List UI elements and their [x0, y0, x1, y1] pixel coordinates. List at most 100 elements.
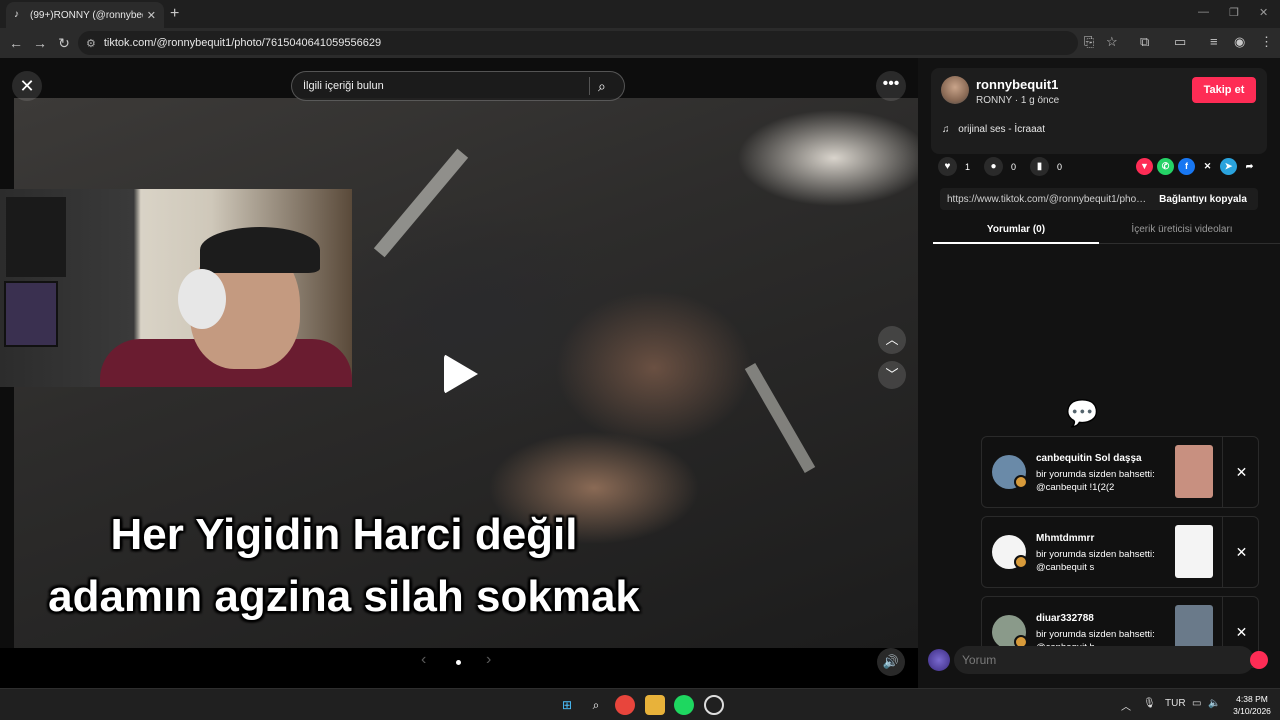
headset-icon: [178, 269, 226, 329]
parking-line: [373, 148, 469, 258]
forward-icon[interactable]: →: [28, 35, 52, 51]
reload-icon[interactable]: ↻: [52, 35, 76, 52]
x-icon[interactable]: ✕: [1199, 158, 1216, 175]
caption-line: adamın agzina silah sokmak: [48, 572, 640, 621]
like-button[interactable]: ♥ 1: [938, 157, 970, 176]
wall-art: [4, 281, 58, 347]
author-username[interactable]: ronnybequit1: [976, 77, 1058, 92]
previous-post-button[interactable]: ︿: [878, 326, 906, 354]
notification-line: @canbequit s: [1036, 562, 1095, 573]
comment-button[interactable]: ● 0: [984, 157, 1016, 176]
profile-avatar-icon[interactable]: ◉: [1234, 34, 1245, 50]
music-title: orijinal ses - İcraaat: [958, 124, 1045, 135]
photo-caption: Her Yigidin Harci değil adamın agzina si…: [14, 504, 674, 628]
reading-list-icon[interactable]: ≡: [1210, 34, 1218, 49]
whatsapp-icon[interactable]: ✆: [1157, 158, 1174, 175]
like-count: 1: [965, 161, 971, 172]
empty-comments-illustration-icon: 💬: [1066, 398, 1099, 428]
more-options-button[interactable]: •••: [876, 71, 906, 101]
current-user-avatar: [928, 649, 950, 671]
cast-icon[interactable]: ▭: [1174, 34, 1186, 50]
browser-tab[interactable]: ♪ (99+)RONNY (@ronnybequit1) ✕: [6, 2, 164, 28]
tab-creator-videos[interactable]: İçerik üreticisi videoları: [1099, 224, 1265, 235]
previous-photo-icon[interactable]: ‹: [421, 651, 426, 669]
music-row[interactable]: ♫ orijinal ses - İcraaat: [942, 124, 1045, 135]
extensions-icon[interactable]: ⧉: [1140, 34, 1149, 50]
network-icon[interactable]: ▭: [1192, 698, 1201, 709]
comment-icon: ●: [984, 157, 1004, 176]
spotify-icon[interactable]: [674, 695, 694, 715]
wall-poster: [6, 197, 66, 277]
speaker-icon[interactable]: 🔈: [1208, 698, 1220, 709]
tray-chevron-icon[interactable]: ︿: [1121, 698, 1131, 713]
file-explorer-icon[interactable]: [645, 695, 665, 715]
dismiss-notification-icon[interactable]: ✕: [1222, 437, 1260, 507]
maximize-icon[interactable]: ❐: [1229, 6, 1239, 19]
send-comment-icon[interactable]: [1250, 651, 1268, 669]
share-arrow-icon[interactable]: ➦: [1241, 158, 1258, 175]
address-url: tiktok.com/@ronnybequit1/photo/761504064…: [103, 37, 382, 49]
author-avatar[interactable]: [941, 76, 969, 104]
notification-thumbnail[interactable]: [1175, 525, 1213, 578]
next-photo-icon[interactable]: ›: [486, 651, 491, 669]
install-icon[interactable]: ⎘: [1084, 34, 1094, 50]
notification-toast[interactable]: Mhmtdmmrr bir yorumda sizden bahsetti: @…: [981, 516, 1259, 588]
share-icons: ▼ ✆ f ✕ ➤ ➦: [1136, 158, 1262, 175]
keyboard-language[interactable]: TUR: [1165, 698, 1186, 709]
telegram-icon[interactable]: ➤: [1220, 158, 1237, 175]
clock[interactable]: 4:38 PM 3/10/2026: [1228, 693, 1276, 717]
related-search-bar[interactable]: ⌕: [291, 71, 625, 101]
windows-start-icon[interactable]: ⊞: [557, 695, 577, 715]
notification-name: Mhmtdmmrr: [1036, 533, 1095, 544]
heart-icon: ♥: [938, 157, 957, 176]
photo-viewer: Her Yigidin Harci değil adamın agzina si…: [0, 58, 918, 688]
app-icon[interactable]: [704, 695, 724, 715]
post-details-panel: ronnybequit1 RONNY · 1 g önce Takip et ♫…: [918, 58, 1280, 688]
author-subline: RONNY · 1 g önce: [976, 95, 1060, 106]
tab-comments[interactable]: Yorumlar (0): [933, 224, 1099, 244]
minimize-icon[interactable]: —: [1198, 6, 1209, 18]
comment-count: 0: [1011, 161, 1017, 172]
tiktok-icon: ♪: [14, 9, 19, 20]
next-post-button[interactable]: ﹀: [878, 361, 906, 389]
site-info-icon[interactable]: ⚙: [86, 37, 96, 50]
tab-title: (99+)RONNY (@ronnybequit1): [30, 9, 143, 21]
notification-name: diuar332788: [1036, 613, 1094, 624]
caption-line: Her Yigidin Harci değil: [110, 510, 578, 559]
browser-toolbar: ← → ↻ ⚙ tiktok.com/@ronnybequit1/photo/7…: [0, 28, 1280, 58]
related-search-input[interactable]: [303, 80, 589, 92]
new-tab-button[interactable]: +: [170, 5, 179, 23]
mention-badge-icon: [1014, 475, 1028, 489]
microphone-icon[interactable]: 🎙: [1143, 698, 1156, 709]
copy-link-button[interactable]: Bağlantıyı kopyala: [1148, 194, 1258, 205]
follow-button[interactable]: Takip et: [1192, 77, 1256, 103]
chrome-icon[interactable]: [615, 695, 635, 715]
facebook-icon[interactable]: f: [1178, 158, 1195, 175]
share-url[interactable]: https://www.tiktok.com/@ronnybequit1/pho…: [940, 194, 1148, 205]
engagement-row: ♥ 1 ● 0 ▮ 0: [938, 157, 1076, 176]
notification-message: bir yorumda sizden bahsetti: @canbequit …: [1036, 548, 1166, 574]
save-count: 0: [1057, 161, 1063, 172]
dismiss-notification-icon[interactable]: ✕: [1222, 517, 1260, 587]
volume-button[interactable]: 🔊: [877, 648, 905, 676]
close-viewer-button[interactable]: ✕: [12, 71, 42, 101]
taskbar-search-icon[interactable]: ⌕: [586, 695, 606, 715]
notification-thumbnail[interactable]: [1175, 445, 1213, 498]
menu-dots-icon[interactable]: ⋮: [1260, 34, 1273, 50]
notification-line: bir yorumda sizden bahsetti:: [1036, 549, 1155, 560]
music-note-icon: ♫: [942, 124, 950, 135]
address-bar[interactable]: ⚙ tiktok.com/@ronnybequit1/photo/7615040…: [78, 31, 1078, 55]
bookmark-star-icon[interactable]: ☆: [1106, 34, 1118, 50]
notification-toast[interactable]: canbequitin Sol daşşa bir yorumda sizden…: [981, 436, 1259, 508]
streamer-cap: [200, 227, 320, 273]
tab-close-icon[interactable]: ✕: [147, 9, 156, 22]
search-icon[interactable]: ⌕: [598, 78, 624, 95]
play-icon[interactable]: [444, 354, 478, 394]
comment-input[interactable]: [954, 646, 1254, 674]
save-button[interactable]: ▮ 0: [1030, 157, 1062, 176]
repost-icon[interactable]: ▼: [1136, 158, 1153, 175]
window-close-icon[interactable]: ✕: [1259, 6, 1268, 19]
back-icon[interactable]: ←: [4, 35, 28, 51]
parking-line: [744, 363, 816, 473]
comment-bar: [928, 645, 1268, 677]
